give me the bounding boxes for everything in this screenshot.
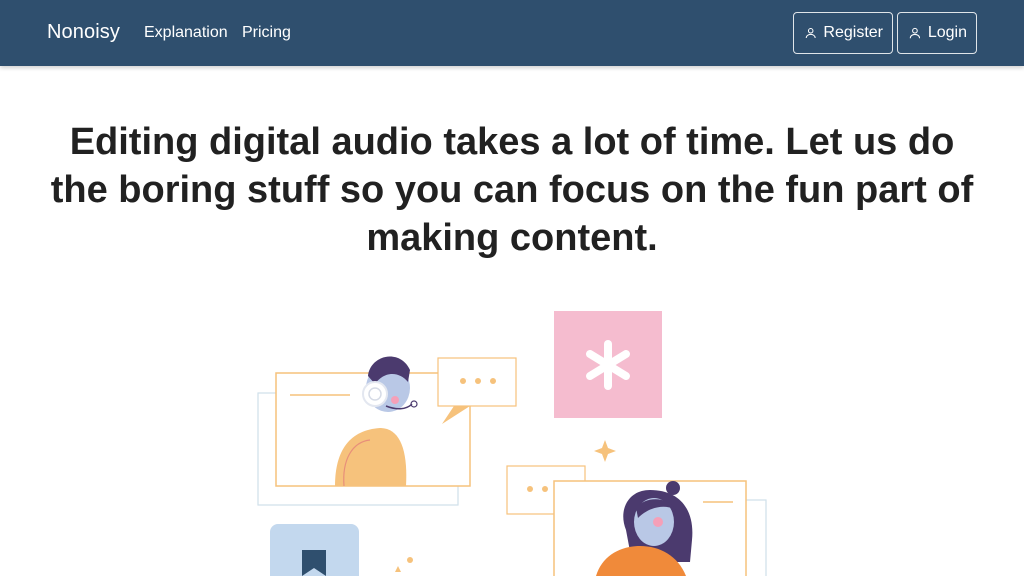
user-icon xyxy=(909,27,921,39)
login-label: Login xyxy=(927,24,967,41)
chat-people-illustration xyxy=(257,311,767,576)
user-icon xyxy=(805,28,816,39)
nav-link-pricing[interactable]: Pricing xyxy=(242,24,291,42)
nav-link-explanation[interactable]: Explanation xyxy=(144,24,228,42)
top-navbar: Nonoisy Explanation Pricing Register Log… xyxy=(0,0,1024,66)
register-button[interactable]: Register xyxy=(793,12,893,54)
brand-logo-link[interactable]: Nonoisy xyxy=(47,21,120,44)
login-button[interactable]: Login xyxy=(897,12,977,54)
hero-headline: Editing digital audio takes a lot of tim… xyxy=(50,121,974,259)
register-label: Register xyxy=(823,24,883,41)
